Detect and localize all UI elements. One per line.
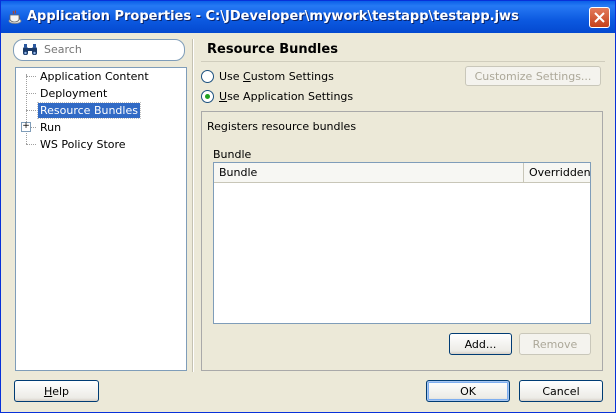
tree-item-deployment[interactable]: Deployment <box>38 86 109 101</box>
binoculars-icon <box>23 44 37 55</box>
column-header-bundle[interactable]: Bundle <box>214 163 524 182</box>
search-box[interactable] <box>13 39 185 61</box>
custom-settings-label: Use Custom Settings <box>219 69 334 83</box>
description-text: Registers resource bundles <box>207 120 357 133</box>
resource-bundles-page: Resource Bundles Use Custom Settings Use… <box>201 39 605 373</box>
add-button[interactable]: Add... <box>449 333 512 355</box>
heading-divider <box>201 61 605 62</box>
bundle-table-label: Bundle <box>213 148 252 161</box>
ok-button[interactable]: OK <box>426 380 510 402</box>
bundle-table[interactable]: Bundle Overridden <box>213 162 591 324</box>
navigation-tree[interactable]: Application Content Deployment Resource … <box>15 67 187 371</box>
panel-splitter[interactable] <box>192 39 194 372</box>
expand-icon[interactable]: + <box>21 122 31 132</box>
cancel-button[interactable]: Cancel <box>519 380 603 402</box>
application-settings-radio[interactable] <box>201 89 214 103</box>
tree-item-ws-policy-store[interactable]: WS Policy Store <box>38 137 128 152</box>
window-title: Application Properties - C:\JDeveloper\m… <box>27 9 519 24</box>
title-bar[interactable]: Application Properties - C:\JDeveloper\m… <box>1 1 615 33</box>
close-button[interactable] <box>589 7 610 28</box>
customize-settings-button[interactable]: Customize Settings... <box>465 66 601 86</box>
tree-connector <box>26 144 36 145</box>
tree-item-run[interactable]: Run <box>38 120 63 135</box>
help-button[interactable]: Help <box>14 380 99 402</box>
remove-button[interactable]: Remove <box>519 333 591 355</box>
coffee-cup-icon <box>8 10 22 24</box>
close-icon <box>594 12 605 23</box>
tree-item-application-content[interactable]: Application Content <box>38 69 151 84</box>
column-header-overridden[interactable]: Overridden <box>524 163 591 182</box>
navigation-panel: Application Content Deployment Resource … <box>13 39 187 372</box>
use-custom-settings-option[interactable]: Use Custom Settings <box>201 68 334 84</box>
application-properties-dialog: Application Properties - C:\JDeveloper\m… <box>0 0 616 413</box>
custom-settings-radio[interactable] <box>201 69 214 83</box>
settings-group: Registers resource bundles Bundle Bundle… <box>201 111 603 371</box>
tree-connector <box>26 110 36 111</box>
page-title: Resource Bundles <box>207 42 338 57</box>
application-settings-label: Use Application Settings <box>219 89 354 103</box>
tree-item-resource-bundles[interactable]: Resource Bundles <box>37 102 141 119</box>
use-application-settings-option[interactable]: Use Application Settings <box>201 88 353 104</box>
tree-connector <box>26 74 27 144</box>
table-header: Bundle Overridden <box>214 163 591 183</box>
search-input[interactable] <box>44 42 174 56</box>
tree-connector <box>26 76 36 77</box>
tree-connector <box>26 93 36 94</box>
